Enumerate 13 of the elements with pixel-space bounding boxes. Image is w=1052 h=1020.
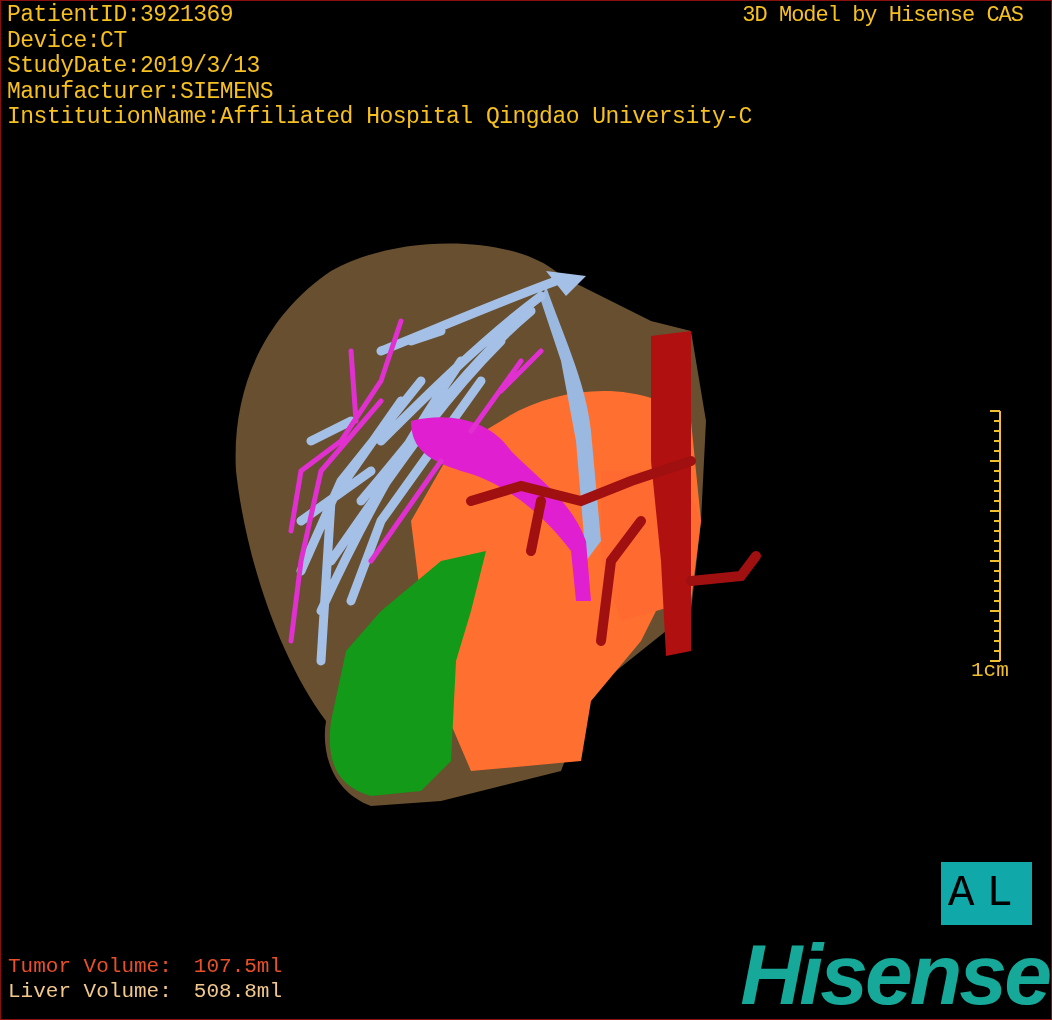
- credit-text: 3D Model by Hisense CAS: [742, 3, 1023, 28]
- scale-bar-icon: [989, 409, 1003, 663]
- brand-logo: Hisense: [740, 929, 1049, 1019]
- info-text: StudyDate:2019/3/13: [7, 54, 261, 80]
- volume-label: Tumor Volume:: [8, 954, 172, 979]
- info-text: Manufacturer:SIEMENS: [7, 79, 275, 105]
- volume-value: 107.5ml: [193, 954, 283, 979]
- scale-label: 1cm: [971, 658, 1009, 684]
- volume-label: Liver Volume:: [8, 979, 172, 1004]
- info-text: InstitutionName:Affiliated Hospital Qingdao University-C: [7, 105, 752, 131]
- orientation-label: AL: [941, 862, 1032, 925]
- volume-value: 508.8ml: [193, 979, 283, 1004]
- info-text: Device:CT: [7, 28, 128, 54]
